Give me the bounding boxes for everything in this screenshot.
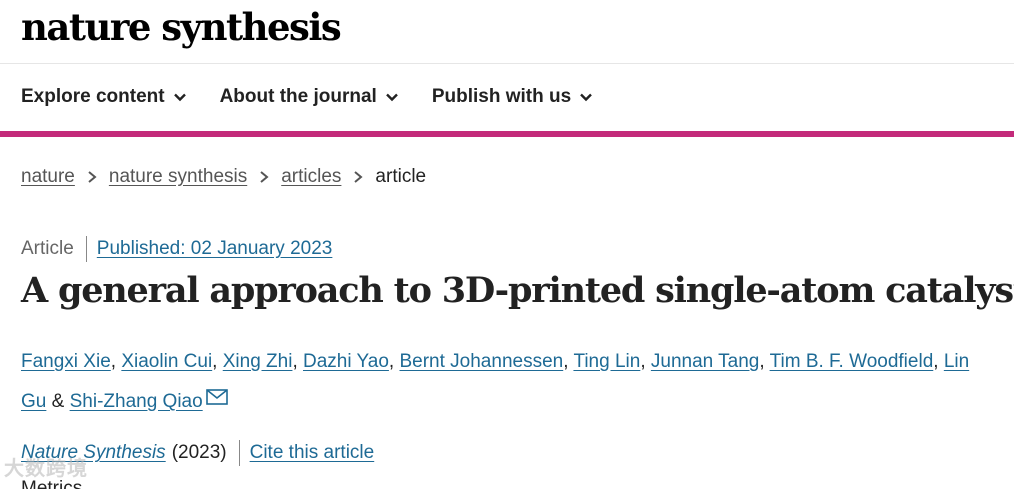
header-divider: [0, 63, 1014, 64]
nav-label: About the journal: [219, 86, 377, 107]
chevron-right-icon: [260, 171, 269, 183]
chevron-down-icon: [580, 93, 593, 102]
page: nature synthesis Explore content About t…: [0, 0, 1014, 489]
chevron-right-icon: [354, 171, 363, 183]
author-link[interactable]: Bernt Johannessen: [399, 351, 563, 372]
accent-bar: [0, 131, 1014, 137]
article-meta: Article Published: 02 January 2023: [21, 236, 332, 262]
chevron-right-icon: [88, 171, 97, 183]
publication-year: (2023): [171, 442, 227, 463]
divider: [238, 440, 240, 466]
author-link[interactable]: Fangxi Xie: [21, 351, 111, 372]
watermark: 大数跨境: [4, 458, 88, 480]
chevron-down-icon: [385, 93, 398, 102]
published-date-link[interactable]: Published: 02 January 2023: [97, 238, 333, 260]
author-separator: ,: [292, 351, 298, 372]
author-link[interactable]: Junnan Tang: [651, 351, 759, 372]
breadcrumb: nature nature synthesis articles article: [21, 166, 426, 188]
breadcrumb-link-articles[interactable]: articles: [281, 166, 341, 188]
author-separator: ,: [759, 351, 765, 372]
article-type: Article: [21, 238, 74, 259]
cite-this-article-link[interactable]: Cite this article: [250, 442, 375, 464]
nav-label: Publish with us: [431, 86, 572, 107]
nav-explore-content[interactable]: Explore content: [21, 86, 187, 108]
mail-icon[interactable]: [205, 389, 228, 405]
author-separator: ,: [563, 351, 569, 372]
author-separator: ,: [212, 351, 218, 372]
journal-logo[interactable]: nature synthesis: [21, 4, 342, 50]
author-link[interactable]: Dazhi Yao: [303, 351, 389, 372]
author-link[interactable]: Xiaolin Cui: [121, 351, 212, 372]
nav-publish-with-us[interactable]: Publish with us: [432, 86, 593, 108]
author-separator: ,: [640, 351, 646, 372]
article-title: A general approach to 3D-printed single-…: [21, 270, 1014, 311]
main-nav: Explore content About the journal Publis…: [21, 86, 593, 108]
author-link[interactable]: Ting Lin: [573, 351, 640, 372]
author-separator: ,: [933, 351, 939, 372]
breadcrumb-link-journal[interactable]: nature synthesis: [109, 166, 247, 188]
nav-about-the-journal[interactable]: About the journal: [220, 86, 399, 108]
breadcrumb-current: article: [375, 166, 427, 187]
author-separator: ,: [388, 351, 395, 372]
author-last-separator: &: [51, 391, 65, 412]
nav-label: Explore content: [21, 86, 165, 107]
breadcrumb-link-nature[interactable]: nature: [21, 166, 75, 188]
logo-text: nature synthesis: [21, 5, 342, 49]
chevron-down-icon: [173, 93, 186, 102]
divider: [85, 236, 87, 262]
author-list: Fangxi Xie, Xiaolin Cui, Xing Zhi, Dazhi…: [21, 342, 981, 422]
author-separator: ,: [110, 351, 117, 372]
author-link[interactable]: Shi-Zhang Qiao: [70, 391, 203, 412]
author-link[interactable]: Xing Zhi: [223, 351, 293, 372]
author-link[interactable]: Tim B. F. Woodfield: [770, 351, 934, 372]
